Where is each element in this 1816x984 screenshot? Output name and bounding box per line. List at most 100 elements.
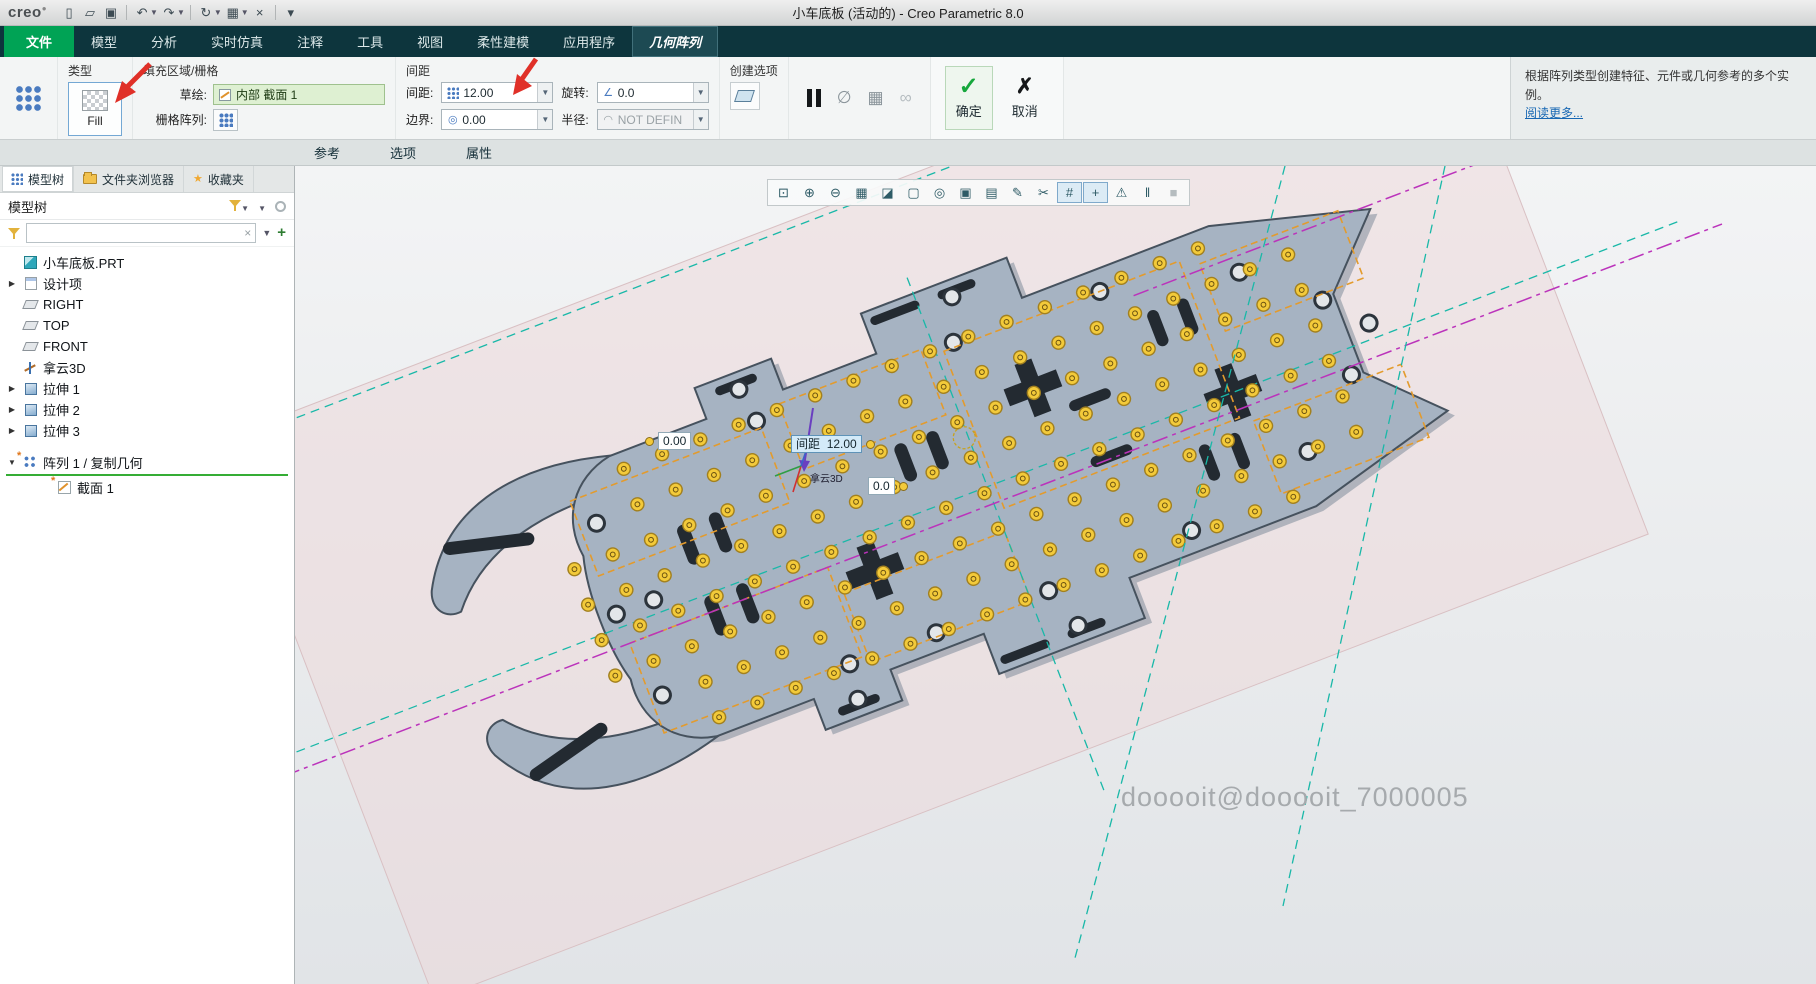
sketch-collector-field[interactable]: 内部 截面 1 (213, 84, 385, 105)
menu-tab-file[interactable]: 文件 (4, 26, 75, 57)
fill-type-button[interactable]: Fill (68, 82, 122, 136)
tree-item-design-items[interactable]: ▶ 设计项 (0, 273, 294, 294)
expand-tree-button[interactable]: + (277, 225, 286, 240)
display-style-icon[interactable]: ▢ (901, 182, 926, 203)
grid-pattern-button[interactable] (213, 108, 238, 131)
spin-center-icon[interactable]: + (1083, 182, 1108, 203)
help-text: 根据阵列类型创建特征、元件或几何参考的多个实例。 (1525, 69, 1790, 102)
tree-item-csys[interactable]: 拿云3D (0, 357, 294, 378)
zoom-out-icon[interactable]: ⊖ (823, 182, 848, 203)
open-button[interactable]: ▱ (80, 3, 100, 23)
repaint-icon[interactable]: ▦ (849, 182, 874, 203)
creation-options-button[interactable] (729, 82, 760, 110)
no-preview-icon[interactable]: ∅ (837, 88, 852, 108)
spacing-value-field[interactable]: 12.00 ▼ (441, 82, 554, 103)
tree-expander[interactable]: ▶ (6, 405, 18, 414)
undo-button[interactable]: ↶ (132, 3, 152, 23)
navigator-tab-favorites[interactable]: ★ 收藏夹 (184, 166, 254, 192)
saved-orientations-icon[interactable]: ◎ (927, 182, 952, 203)
radius-value-field[interactable]: ◠ NOT DEFIN ▼ (596, 109, 709, 130)
undo-caret[interactable]: ▼ (150, 8, 158, 17)
read-more-link[interactable]: 阅读更多... (1525, 106, 1583, 120)
model-group[interactable] (295, 166, 1816, 984)
tree-expander[interactable]: ▶ (6, 384, 18, 393)
drag-handle-icon[interactable] (645, 436, 654, 446)
capture-icon[interactable]: ▣ (953, 182, 978, 203)
navigator-tab-folder-browser[interactable]: 文件夹浏览器 (74, 166, 185, 192)
drag-handle-icon[interactable] (898, 481, 908, 491)
drag-handle-icon[interactable] (865, 439, 875, 449)
rotation-value-field[interactable]: ∠ 0.0 ▼ (596, 82, 709, 103)
cancel-button[interactable]: ✗ 取消 (1001, 66, 1049, 130)
save-button[interactable]: ▣ (101, 3, 121, 23)
graphics-area[interactable]: 拿云3D ⊡ ⊕ ⊖ ▦ ◪ ▢ ◎ ▣ ▤ ✎ ✂ # + ⚠ ‖ ■ 0.00 间距 12.00 0.0 … (295, 166, 1816, 984)
windows-button[interactable]: ▦ (223, 3, 243, 23)
toolbar-separator (189, 5, 191, 20)
radius-dropdown-caret[interactable]: ▼ (692, 110, 708, 129)
menu-tab-annotate[interactable]: 注释 (280, 26, 340, 57)
redo-caret[interactable]: ▼ (177, 8, 185, 17)
model-viewport[interactable]: 拿云3D (295, 166, 1816, 984)
spacing-dropdown-caret[interactable]: ▼ (537, 83, 553, 102)
tree-item-top-plane[interactable]: TOP (0, 315, 294, 336)
tree-item-part[interactable]: 小车底板.PRT (0, 252, 294, 273)
screen-display-icon[interactable]: ▤ (979, 182, 1004, 203)
tree-item-extrude-1[interactable]: ▶ 拉伸 1 (0, 378, 294, 399)
zoom-in-icon[interactable]: ⊕ (797, 182, 822, 203)
customize-button[interactable]: ▾ (281, 3, 301, 23)
boundary-value-field[interactable]: ◎ 0.00 ▼ (441, 109, 554, 130)
redo-button[interactable]: ↷ (159, 3, 179, 23)
rotation-dropdown-caret[interactable]: ▼ (692, 83, 708, 102)
dimension-spacing[interactable]: 间距 12.00 (791, 435, 875, 453)
warning-icon[interactable]: ⚠ (1109, 182, 1134, 203)
glasses-preview-icon[interactable]: ∞ (900, 88, 912, 108)
feature-preview-icon[interactable]: ▦ (868, 88, 884, 108)
section-display-icon[interactable]: ✂ (1031, 182, 1056, 203)
menu-tab-realtime-simulation[interactable]: 实时仿真 (194, 26, 280, 57)
boundary-dropdown-caret[interactable]: ▼ (537, 110, 553, 129)
windows-caret[interactable]: ▼ (241, 8, 249, 17)
subtab-references[interactable]: 参考 (298, 141, 356, 164)
clear-search-icon[interactable]: × (244, 226, 251, 240)
menu-tab-geometry-pattern[interactable]: 几何阵列 (632, 26, 719, 57)
tree-item-right-plane[interactable]: RIGHT (0, 294, 294, 315)
tree-expander[interactable]: ▶ (6, 426, 18, 435)
tree-settings-icon[interactable] (275, 200, 286, 212)
menu-tab-tools[interactable]: 工具 (340, 26, 400, 57)
filter-settings-button[interactable]: ▼ (229, 199, 249, 214)
subtab-options[interactable]: 选项 (374, 141, 432, 164)
tree-item-front-plane[interactable]: FRONT (0, 336, 294, 357)
tree-columns-button[interactable]: ▼ (258, 199, 266, 214)
new-button[interactable]: ▯ (59, 3, 79, 23)
menu-tab-applications[interactable]: 应用程序 (546, 26, 632, 57)
close-button[interactable]: × (250, 3, 270, 23)
regenerate-caret[interactable]: ▼ (214, 8, 222, 17)
subtab-properties[interactable]: 属性 (450, 141, 508, 164)
tree-item-extrude-3[interactable]: ▶ 拉伸 3 (0, 420, 294, 441)
zoom-region-icon[interactable]: ⊡ (771, 182, 796, 203)
tree-search-input[interactable] (31, 226, 245, 240)
pause-regen-icon[interactable]: ‖ (1135, 182, 1160, 203)
tree-item-section-1[interactable]: * 截面 1 (0, 475, 294, 498)
dimension-rotation[interactable]: 0.0 (868, 477, 908, 495)
navigator-tab-model-tree[interactable]: 模型树 (2, 166, 75, 192)
annotation-display-icon[interactable]: ✎ (1005, 182, 1030, 203)
tree-search-box[interactable]: × (26, 223, 257, 243)
menu-tab-view[interactable]: 视图 (400, 26, 460, 57)
shade-icon[interactable]: ◪ (875, 182, 900, 203)
tree-item-pattern-1[interactable]: ▼ * 阵列 1 / 复制几何 (0, 450, 294, 473)
tree-item-extrude-2[interactable]: ▶ 拉伸 2 (0, 399, 294, 420)
menu-tab-model[interactable]: 模型 (74, 26, 134, 57)
tree-item-label: 小车底板.PRT (43, 256, 125, 271)
insertion-locator[interactable] (6, 474, 288, 476)
datum-display-icon[interactable]: # (1057, 182, 1082, 203)
ok-button[interactable]: ✓ 确定 (944, 66, 993, 130)
pause-button[interactable] (806, 89, 821, 107)
regenerate-button[interactable]: ↻ (196, 3, 216, 23)
search-options-caret[interactable]: ▼ (262, 228, 271, 238)
menu-tab-analysis[interactable]: 分析 (134, 26, 194, 57)
menu-tab-flexible-modeling[interactable]: 柔性建模 (460, 26, 546, 57)
tree-expander[interactable]: ▶ (6, 279, 18, 288)
dimension-offset-1[interactable]: 0.00 (645, 432, 692, 450)
plane-icon (22, 319, 39, 333)
